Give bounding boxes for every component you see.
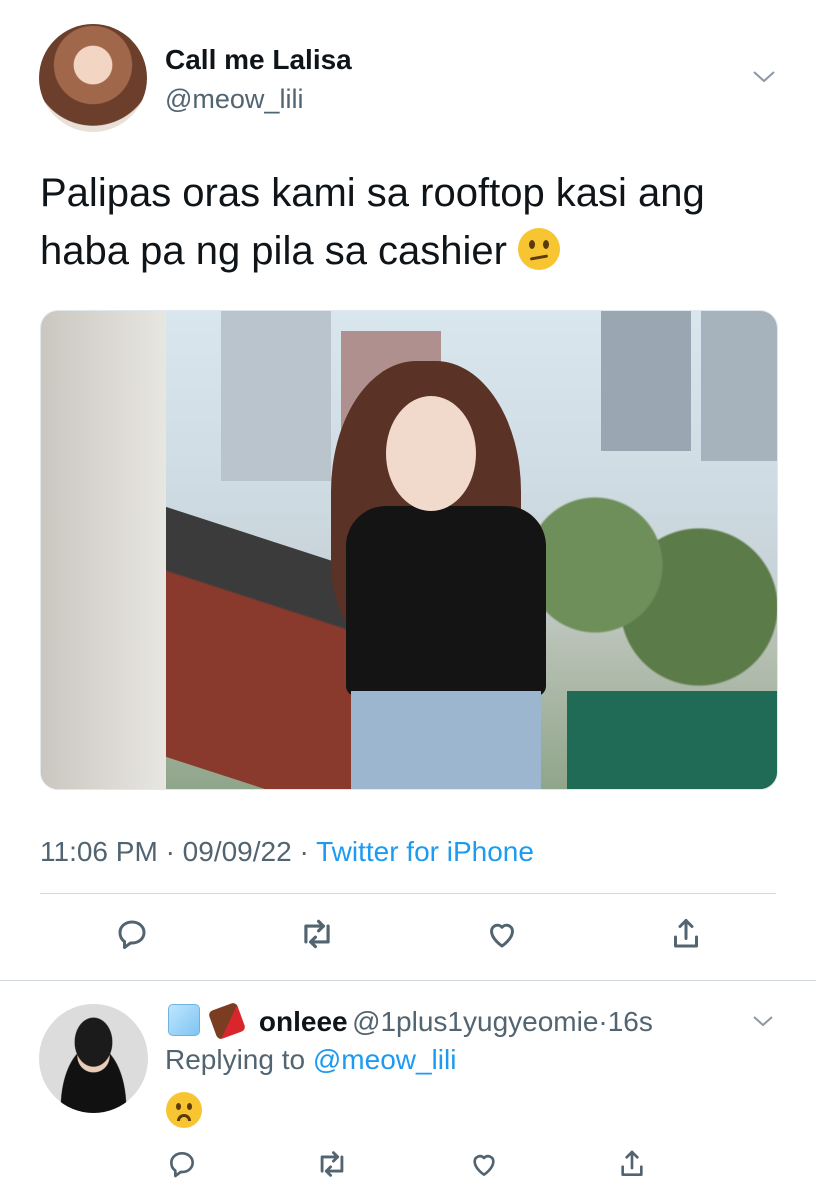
reply-age[interactable]: 16s bbox=[608, 1006, 653, 1037]
retweet-button[interactable] bbox=[295, 912, 339, 956]
replying-to-label: Replying to bbox=[165, 1044, 306, 1075]
retweet-icon bbox=[304, 919, 330, 949]
reply-header: onleee @1plus1yugyeomie·16s bbox=[168, 1001, 748, 1041]
section-divider bbox=[0, 980, 816, 981]
reply-handle[interactable]: @1plus1yugyeomie bbox=[352, 1006, 598, 1037]
tweet-time[interactable]: 11:06 PM bbox=[40, 836, 158, 867]
author-handle[interactable]: @meow_lili bbox=[165, 84, 303, 115]
reply-icon bbox=[118, 920, 146, 949]
reply-author-avatar[interactable] bbox=[39, 1004, 148, 1113]
tweet-text-body: Palipas oras kami sa rooftop kasi ang ha… bbox=[40, 171, 705, 273]
reply-button[interactable] bbox=[110, 912, 154, 956]
reply-share-button[interactable] bbox=[612, 1144, 652, 1184]
like-icon bbox=[490, 923, 514, 948]
worried-face-icon bbox=[166, 1092, 202, 1128]
replying-to-mention-link[interactable]: @meow_lili bbox=[313, 1044, 457, 1075]
reply-retweet-button[interactable] bbox=[312, 1144, 352, 1184]
retweet-icon bbox=[320, 1151, 344, 1177]
author-display-name[interactable]: Call me Lalisa bbox=[165, 44, 352, 76]
share-icon bbox=[621, 1150, 643, 1176]
replying-to: Replying to @meow_lili bbox=[165, 1044, 456, 1076]
reply-more-options-chevron-icon[interactable] bbox=[750, 1012, 776, 1035]
reply-body bbox=[166, 1092, 202, 1133]
share-button[interactable] bbox=[664, 912, 708, 956]
reply-reply-button[interactable] bbox=[162, 1144, 202, 1184]
tweet-media-image[interactable] bbox=[40, 310, 778, 790]
ice-cube-icon bbox=[168, 1004, 200, 1036]
like-button[interactable] bbox=[480, 912, 524, 956]
share-icon bbox=[674, 919, 698, 948]
reply-display-name[interactable]: onleee bbox=[259, 1006, 348, 1037]
like-icon bbox=[473, 1154, 495, 1176]
reply-icon bbox=[170, 1152, 194, 1178]
chocolate-bar-icon bbox=[208, 1001, 247, 1041]
tweet-meta: 11:06 PM · 09/09/22 · Twitter for iPhone bbox=[40, 836, 534, 868]
more-options-chevron-icon[interactable] bbox=[750, 66, 778, 91]
divider bbox=[40, 893, 776, 894]
confused-face-icon bbox=[518, 228, 561, 270]
tweet-date[interactable]: 09/09/22 bbox=[183, 836, 292, 867]
tweet-source-link[interactable]: Twitter for iPhone bbox=[316, 836, 534, 867]
reply-like-button[interactable] bbox=[464, 1144, 504, 1184]
tweet-text: Palipas oras kami sa rooftop kasi ang ha… bbox=[40, 164, 780, 280]
author-avatar[interactable] bbox=[39, 24, 147, 132]
meta-separator: · bbox=[165, 836, 175, 867]
meta-separator: · bbox=[299, 836, 309, 867]
reply-separator: · bbox=[598, 1006, 608, 1037]
